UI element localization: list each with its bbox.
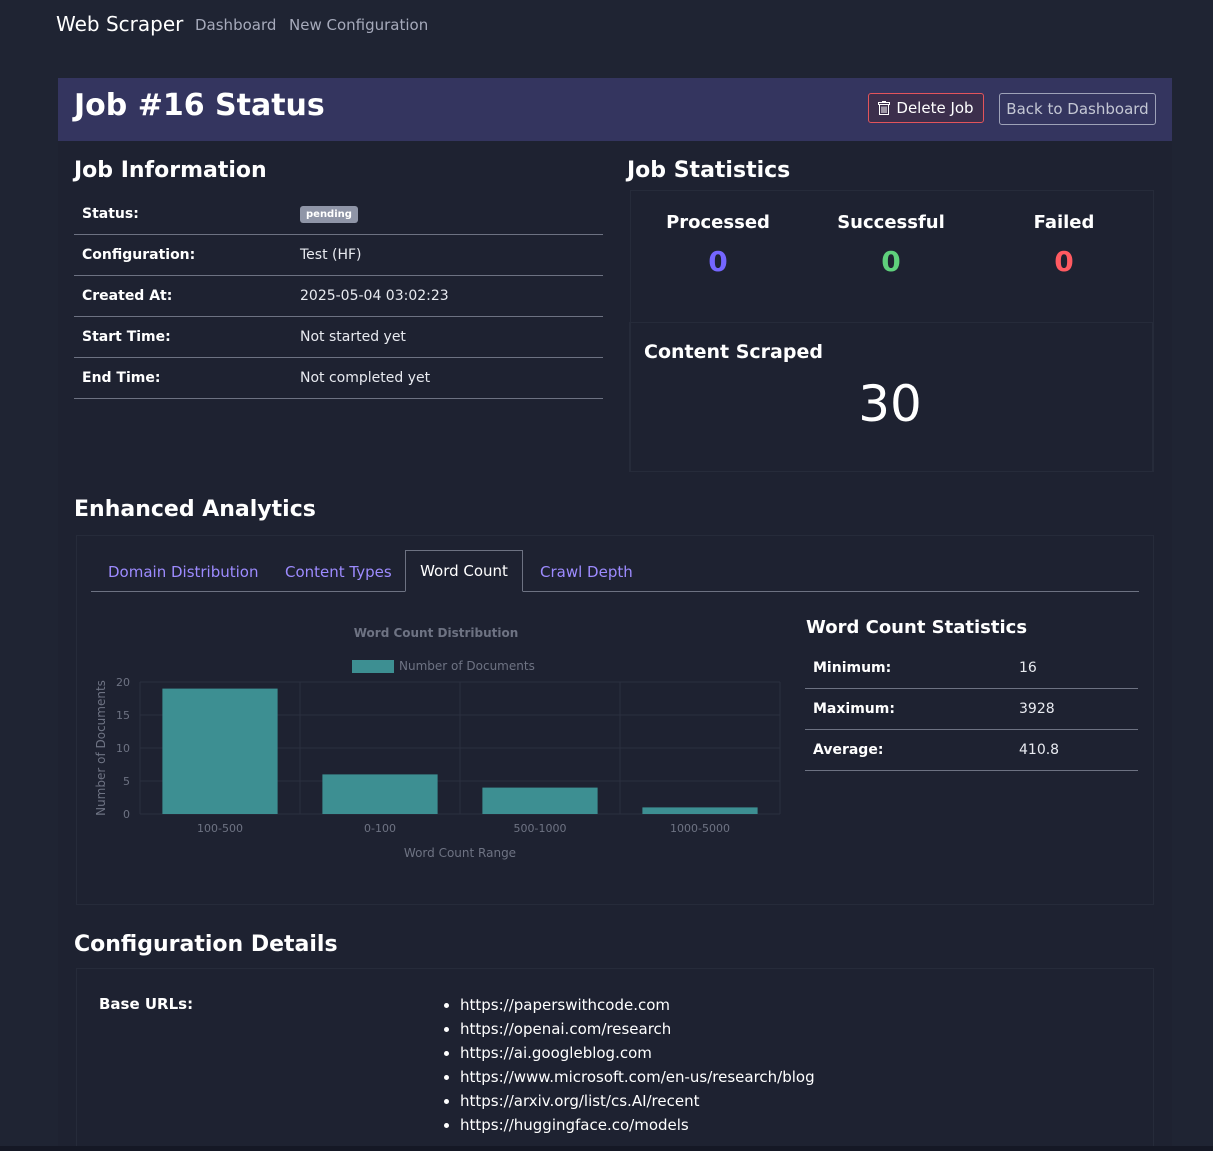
x-tick-label: 500-1000 [514,822,567,835]
table-row: Status: pending [74,194,603,235]
list-item: https://paperswithcode.com [460,993,815,1017]
y-tick-label: 0 [123,808,130,821]
base-urls-label: Base URLs: [99,995,194,1013]
maximum-value: 3928 [1011,688,1138,730]
y-axis-label: Number of Documents [94,680,108,816]
job-information-table: Status: pending Configuration: Test (HF)… [74,194,603,399]
brand-link[interactable]: Web Scraper [56,12,183,36]
maximum-label: Maximum: [805,688,1011,730]
word-count-stats-table: Minimum: 16 Maximum: 3928 Average: 410.8 [805,648,1138,771]
table-row: Created At: 2025-05-04 03:02:23 [74,275,603,317]
processed-value: 0 [708,245,728,278]
delete-job-button[interactable]: Delete Job [868,93,984,123]
bar-0-100[interactable] [322,774,438,814]
nav-link-dashboard[interactable]: Dashboard [195,16,276,34]
minimum-label: Minimum: [805,648,1011,689]
end-time-value: Not completed yet [292,357,603,399]
y-axis-ticks: 0 5 10 15 20 [116,676,130,821]
table-row: Maximum: 3928 [805,688,1138,730]
legend-label[interactable]: Number of Documents [399,659,535,673]
x-tick-label: 1000-5000 [670,822,730,835]
list-item: https://ai.googleblog.com [460,1041,815,1065]
chart-title: Word Count Distribution [354,626,519,640]
table-row: Start Time: Not started yet [74,316,603,358]
word-count-chart: Word Count Distribution Number of Docume… [94,626,781,860]
table-row: Configuration: Test (HF) [74,234,603,276]
tabs-underline [91,591,1139,592]
successful-label: Successful [837,212,945,233]
job-information-heading: Job Information [74,158,267,183]
status-cell: pending [292,194,603,235]
job-statistics-heading: Job Statistics [627,158,791,183]
y-tick-label: 5 [123,775,130,788]
processed-label: Processed [666,212,770,233]
created-at-label: Created At: [74,275,292,317]
average-label: Average: [805,729,1011,771]
configuration-details-heading: Configuration Details [74,932,338,957]
bar-1000-5000[interactable] [642,807,758,814]
content-scraped-value: 30 [858,375,922,433]
configuration-label: Configuration: [74,234,292,276]
bar-500-1000[interactable] [482,787,598,814]
minimum-value: 16 [1011,648,1138,689]
configuration-value: Test (HF) [292,234,603,276]
tab-content-types[interactable]: Content Types [285,563,392,581]
trash-icon [878,101,891,115]
page-title: Job #16 Status [74,88,325,123]
status-label: Status: [74,194,292,235]
table-row: Minimum: 16 [805,648,1138,689]
x-axis-ticks: 100-500 0-100 500-1000 1000-5000 [197,822,730,835]
x-tick-label: 100-500 [197,822,243,835]
bottom-bar [0,1146,1213,1151]
list-item: https://openai.com/research [460,1017,815,1041]
x-axis-label: Word Count Range [404,846,516,860]
failed-value: 0 [1054,245,1074,278]
tab-word-count[interactable]: Word Count [405,550,523,592]
base-urls-list: https://paperswithcode.com https://opena… [432,993,815,1137]
created-at-value: 2025-05-04 03:02:23 [292,275,603,317]
y-tick-label: 15 [116,709,130,722]
enhanced-analytics-heading: Enhanced Analytics [74,497,316,522]
nav-link-new-configuration[interactable]: New Configuration [289,16,428,34]
bar-100-500[interactable] [162,688,278,814]
list-item: https://arxiv.org/list/cs.AI/recent [460,1089,815,1113]
job-header: Job #16 Status Delete Job Back to Dashbo… [58,78,1172,141]
word-count-stats-heading: Word Count Statistics [806,617,1028,638]
legend-swatch [352,660,394,673]
table-row: Average: 410.8 [805,729,1138,771]
list-item: https://huggingface.co/models [460,1113,815,1137]
delete-job-label: Delete Job [896,99,974,117]
average-value: 410.8 [1011,729,1138,771]
y-tick-label: 20 [116,676,130,689]
x-tick-label: 0-100 [364,822,396,835]
y-tick-label: 10 [116,742,130,755]
navbar: Web Scraper Dashboard New Configuration [0,0,1213,52]
tab-domain-distribution[interactable]: Domain Distribution [108,563,258,581]
failed-label: Failed [1033,212,1095,233]
start-time-label: Start Time: [74,316,292,358]
back-to-dashboard-button[interactable]: Back to Dashboard [999,93,1156,125]
list-item: https://www.microsoft.com/en-us/research… [460,1065,815,1089]
table-row: End Time: Not completed yet [74,357,603,399]
successful-value: 0 [881,245,901,278]
start-time-value: Not started yet [292,316,603,358]
content-scraped-label: Content Scraped [644,341,823,363]
status-badge: pending [300,206,358,223]
end-time-label: End Time: [74,357,292,399]
tab-crawl-depth[interactable]: Crawl Depth [540,563,633,581]
